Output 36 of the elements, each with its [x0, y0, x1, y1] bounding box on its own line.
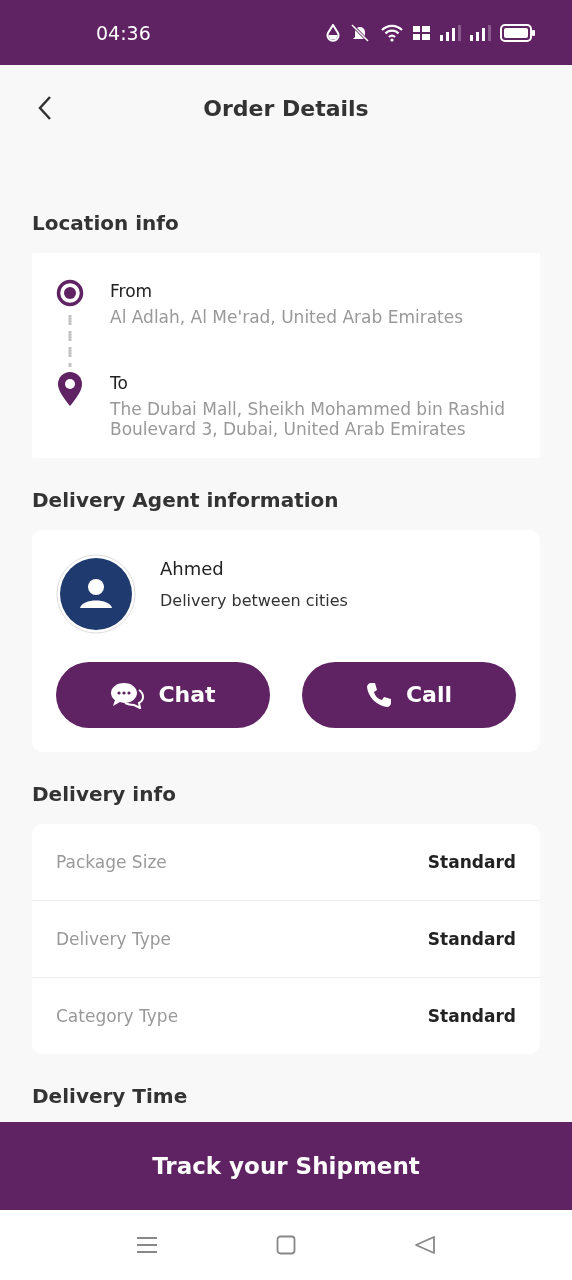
agent-service: Delivery between cities [160, 590, 348, 610]
info-label: Package Size [56, 851, 167, 872]
stop-label: From [110, 281, 154, 301]
page-title: Order Details [203, 95, 369, 121]
signal-icon [440, 24, 462, 41]
info-label: Category Type [56, 1005, 179, 1026]
location-pin-icon [56, 371, 84, 407]
avatar-icon [56, 553, 136, 634]
clock: 04:36 [96, 21, 151, 44]
call-button[interactable]: Call [302, 661, 516, 728]
signal-icon [470, 24, 492, 41]
stop-address: Al Adlah, Al Me'rad, United Arab Emirates [110, 307, 464, 328]
chat-icon [110, 680, 145, 709]
battery-icon [500, 23, 536, 42]
back-icon[interactable] [37, 95, 53, 121]
info-value: Standard [427, 928, 516, 949]
home-icon[interactable] [276, 1235, 296, 1255]
origin-icon [56, 279, 84, 307]
stop-label: To [110, 373, 129, 393]
section-title: Delivery info [32, 781, 177, 806]
section-title: Delivery Agent information [32, 487, 340, 512]
info-value: Standard [427, 851, 516, 872]
section-title: Location info [32, 211, 180, 235]
chat-button[interactable]: Chat [56, 661, 270, 728]
menu-icon[interactable] [136, 1235, 158, 1255]
drop-icon [326, 23, 340, 42]
bell-muted-icon [348, 23, 372, 42]
wifi-icon [380, 23, 404, 42]
section-title: Delivery Time [32, 1083, 189, 1108]
info-value: Standard [427, 1005, 516, 1026]
route-line [68, 313, 72, 369]
agent-name: Ahmed [160, 557, 225, 579]
phone-icon [365, 681, 392, 708]
stop-address: The Dubai Mall, Sheikh Mohammed bin Rashid Boulevard 3, Dubai, United Arab Emirates [110, 399, 507, 440]
track-shipment-button[interactable]: Track your Shipment [0, 1122, 572, 1210]
info-label: Delivery Type [56, 928, 171, 949]
